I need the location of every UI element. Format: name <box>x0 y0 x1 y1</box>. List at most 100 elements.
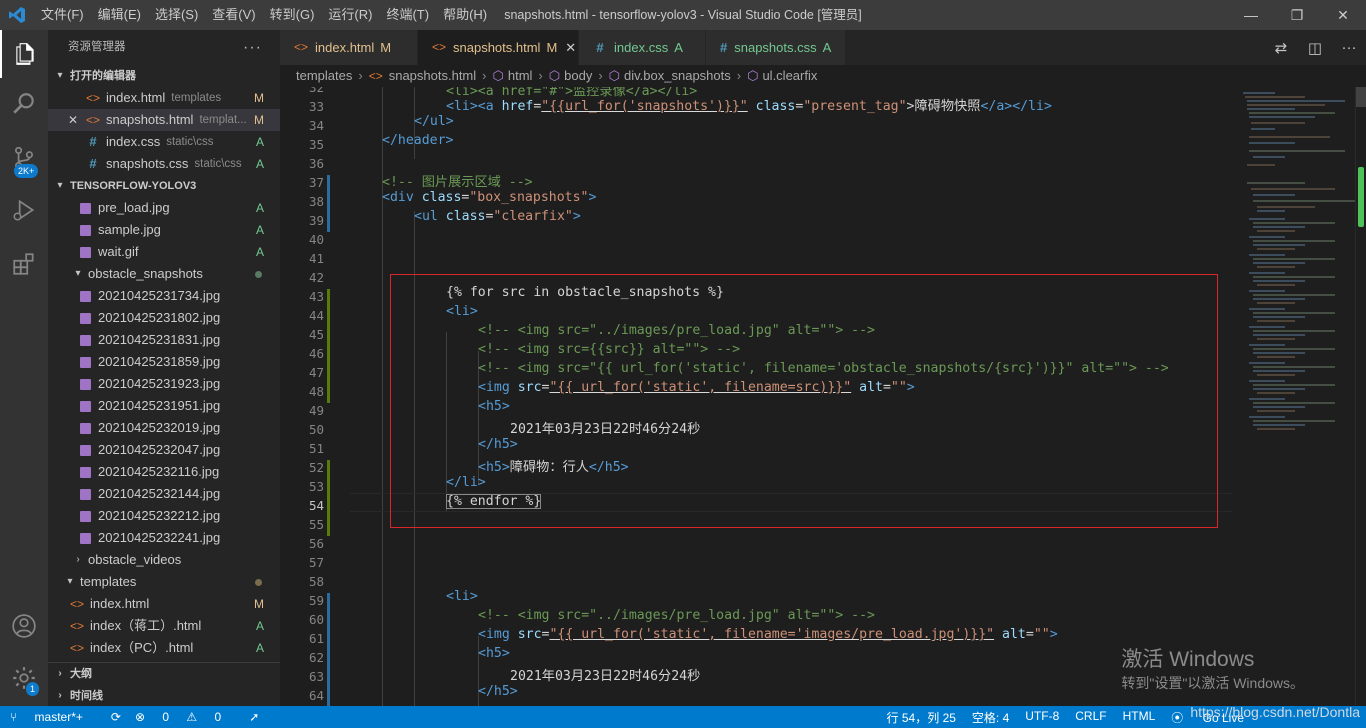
open-editor-item[interactable]: # index.css static\css A <box>48 131 280 153</box>
minimize-button[interactable]: — <box>1228 0 1274 30</box>
live-share-icon[interactable]: ➚ <box>249 710 259 724</box>
snapshot-file-item[interactable]: 20210425231923.jpg <box>48 373 280 395</box>
menu-file[interactable]: 文件(F) <box>34 0 91 30</box>
git-status: A <box>255 245 264 259</box>
snapshot-file-item[interactable]: 20210425232116.jpg <box>48 461 280 483</box>
code-token: "box_snapshots" <box>469 190 589 205</box>
breadcrumb-item[interactable]: body <box>564 65 592 87</box>
code-token: "{{url_for('snapshots')}}" <box>541 99 748 114</box>
status-bar: ⑂ master*+ ⟳ ⊗ 0 ⚠ 0 ➚ 行 54，列 25 空格: 4 U… <box>0 706 1366 728</box>
close-window-button[interactable]: ✕ <box>1320 0 1366 30</box>
tab-snapshots-html[interactable]: <> snapshots.html M ✕ <box>418 30 579 65</box>
breadcrumb-item[interactable]: snapshots.html <box>389 65 476 87</box>
close-editor-icon[interactable]: ✕ <box>68 109 86 131</box>
menu-run[interactable]: 运行(R) <box>321 0 379 30</box>
git-change-marker <box>327 175 330 194</box>
problems-status[interactable]: ⊗ 0 ⚠ 0 <box>135 710 235 724</box>
sync-icon[interactable]: ⟳ <box>111 710 121 724</box>
menu-selection[interactable]: 选择(S) <box>148 0 205 30</box>
branch-status[interactable]: ⑂ master*+ <box>10 710 97 724</box>
snapshot-file-item[interactable]: 20210425232212.jpg <box>48 505 280 527</box>
close-tab-icon[interactable]: ✕ <box>565 30 576 65</box>
run-debug-icon[interactable] <box>0 186 48 234</box>
file-name: 20210425231831.jpg <box>98 332 221 347</box>
timeline-header[interactable]: › 时间线 <box>48 685 103 707</box>
file-item[interactable]: <> index（PC）.html A <box>48 637 280 659</box>
file-item[interactable]: sample.jpg A <box>48 219 280 241</box>
open-editor-item-active[interactable]: ✕ <> snapshots.html templat... M <box>48 109 280 131</box>
file-item[interactable]: wait.gif A <box>48 241 280 263</box>
file-item[interactable]: <> index（蒋工）.html A <box>48 615 280 637</box>
snapshot-file-item[interactable]: 20210425231951.jpg <box>48 395 280 417</box>
line-number: 64 <box>308 688 324 703</box>
code-view[interactable]: 32 33 34 35 36 37 38 39 40 41 42 43 44 45 46 47 48 49 50 51… <box>280 87 1235 706</box>
folder-obstacle-snapshots[interactable]: ▾ obstacle_snapshots <box>48 263 280 285</box>
windows-activation-watermark: 激活 Windows 转到"设置"以激活 Windows。 <box>1121 648 1304 694</box>
error-count: 0 <box>162 710 170 724</box>
eol-status[interactable]: CRLF <box>1075 709 1106 726</box>
snapshot-file-item[interactable]: 20210425232241.jpg <box>48 527 280 549</box>
vertical-scrollbar[interactable] <box>1355 87 1366 706</box>
encoding-status[interactable]: UTF-8 <box>1025 709 1059 726</box>
settings-gear-icon[interactable]: 1 <box>0 654 48 702</box>
file-item[interactable]: pre_load.jpg A <box>48 197 280 219</box>
search-icon[interactable] <box>0 80 48 128</box>
code-token: class <box>747 99 796 114</box>
more-actions-icon[interactable]: ··· <box>243 30 262 65</box>
file-hint: static\css <box>166 136 214 148</box>
file-item[interactable]: <> index.html M <box>48 593 280 615</box>
menu-edit[interactable]: 编辑(E) <box>91 0 148 30</box>
code-token: <li> <box>446 589 478 604</box>
snapshot-file-item[interactable]: 20210425232047.jpg <box>48 439 280 461</box>
line-number: 54 <box>308 498 324 513</box>
scroll-indicator[interactable] <box>1358 167 1364 227</box>
more-actions-icon[interactable]: ··· <box>1332 39 1366 56</box>
source-control-icon[interactable]: 2K+ <box>0 134 48 182</box>
indentation-status[interactable]: 空格: 4 <box>972 709 1009 726</box>
git-change-marker <box>327 308 330 327</box>
snapshot-file-item[interactable]: 20210425231734.jpg <box>48 285 280 307</box>
snapshot-file-item[interactable]: 20210425231859.jpg <box>48 351 280 373</box>
snapshot-file-item[interactable]: 20210425232019.jpg <box>48 417 280 439</box>
tab-index-html[interactable]: <> index.html M <box>280 30 418 65</box>
open-editor-item[interactable]: <> index.html templates M <box>48 87 280 109</box>
tab-label: snapshots.html <box>453 40 541 55</box>
tab-index-css[interactable]: # index.css A <box>579 30 706 65</box>
outline-header[interactable]: › 大纲 <box>48 663 92 685</box>
code-token: src <box>517 380 542 395</box>
code-line-60: <!-- <img src="../images/pre_load.jpg" a… <box>478 608 875 623</box>
folder-templates[interactable]: ▾ templates <box>48 571 280 593</box>
watermark-line1: 激活 Windows <box>1121 648 1255 671</box>
explorer-icon[interactable] <box>0 30 48 78</box>
scroll-thumb[interactable] <box>1356 87 1366 107</box>
folder-obstacle-videos[interactable]: › obstacle_videos <box>48 549 280 571</box>
breadcrumb-item[interactable]: div.box_snapshots <box>624 65 731 87</box>
menu-help[interactable]: 帮助(H) <box>436 0 494 30</box>
snapshot-file-item[interactable]: 20210425231802.jpg <box>48 307 280 329</box>
snapshot-file-item[interactable]: 20210425232144.jpg <box>48 483 280 505</box>
activity-bar: 2K+ 1 <box>0 30 48 706</box>
line-number: 46 <box>308 346 324 361</box>
compare-changes-icon[interactable]: ⇄ <box>1264 39 1298 57</box>
breadcrumb-item[interactable]: html <box>508 65 533 87</box>
breadcrumb-item[interactable]: templates <box>296 65 352 87</box>
code-token: alt <box>851 380 883 395</box>
code-token: "" <box>1033 627 1050 642</box>
minimap[interactable] <box>1235 87 1355 706</box>
project-header[interactable]: ▾ TENSORFLOW-YOLOV3 <box>48 175 280 197</box>
cursor-position[interactable]: 行 54，列 25 <box>887 709 956 726</box>
tab-snapshots-css[interactable]: # snapshots.css A <box>706 30 846 65</box>
language-mode[interactable]: HTML <box>1123 709 1156 726</box>
split-editor-icon[interactable]: ◫ <box>1298 39 1332 57</box>
menu-view[interactable]: 查看(V) <box>205 0 262 30</box>
breadcrumb-item[interactable]: ul.clearfix <box>762 65 817 87</box>
menu-terminal[interactable]: 终端(T) <box>379 0 436 30</box>
open-editor-item[interactable]: # snapshots.css static\css A <box>48 153 280 175</box>
account-icon[interactable] <box>0 602 48 650</box>
restore-button[interactable]: ❐ <box>1274 0 1320 30</box>
code-token: {% for src in obstacle_snapshots %} <box>446 285 724 300</box>
open-editors-header[interactable]: ▾ 打开的编辑器 <box>48 65 280 87</box>
extensions-icon[interactable] <box>0 240 48 288</box>
menu-go[interactable]: 转到(G) <box>263 0 322 30</box>
snapshot-file-item[interactable]: 20210425231831.jpg <box>48 329 280 351</box>
